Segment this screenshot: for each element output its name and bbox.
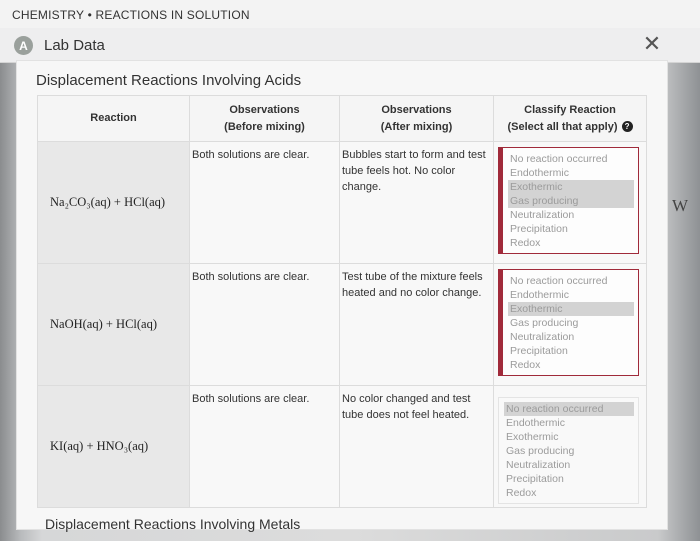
column-header-before-line1: Observations bbox=[229, 103, 300, 116]
classification-option[interactable]: Redox bbox=[508, 236, 638, 250]
close-button[interactable]: ✕ bbox=[638, 30, 666, 58]
column-header-classify-line2: (Select all that apply)? bbox=[495, 119, 645, 136]
column-header-before: Observations (Before mixing) bbox=[189, 95, 340, 142]
column-header-reaction: Reaction bbox=[37, 95, 190, 142]
classification-option[interactable]: Neutralization bbox=[508, 208, 638, 222]
top-bar: CHEMISTRY • REACTIONS IN SOLUTION bbox=[0, 0, 700, 29]
column-header-classify-line2-text: (Select all that apply) bbox=[507, 120, 618, 133]
classification-option[interactable]: No reaction occurred bbox=[508, 274, 638, 288]
classification-option[interactable]: No reaction occurred bbox=[508, 152, 638, 166]
reactions-table: Reaction Observations (Before mixing) Ob… bbox=[37, 95, 647, 508]
column-header-classify: Classify Reaction (Select all that apply… bbox=[493, 95, 647, 142]
after-observation-cell: Bubbles start to form and test tube feel… bbox=[339, 141, 494, 264]
classification-option[interactable]: Precipitation bbox=[508, 222, 638, 236]
lab-data-title: Lab Data bbox=[44, 37, 105, 54]
classification-option[interactable]: Redox bbox=[508, 358, 638, 372]
classification-option[interactable]: Endothermic bbox=[504, 416, 638, 430]
table-row: NaOH(aq) + HCl(aq) Both solutions are cl… bbox=[37, 263, 647, 386]
classification-option[interactable]: Endothermic bbox=[508, 288, 638, 302]
classification-option[interactable]: Precipitation bbox=[504, 472, 638, 486]
lab-data-panel: Displacement Reactions Involving Acids R… bbox=[16, 60, 668, 532]
classification-option[interactable]: Exothermic bbox=[508, 302, 634, 316]
column-header-after-line2: (After mixing) bbox=[380, 120, 453, 133]
column-header-reaction-label: Reaction bbox=[90, 112, 137, 124]
after-observation-cell: Test tube of the mixture feels heated an… bbox=[339, 263, 494, 386]
classification-option[interactable]: Exothermic bbox=[508, 180, 634, 194]
reaction-cell: Na₂CO₃(aq) + HCl(aq) bbox=[37, 141, 190, 264]
classification-listbox[interactable]: No reaction occurred Endothermic Exothermi… bbox=[498, 397, 639, 504]
column-header-before-line2: (Before mixing) bbox=[224, 120, 305, 133]
classification-listbox[interactable]: No reaction occurred Endothermic Exothermi… bbox=[498, 269, 639, 376]
classification-option[interactable]: Endothermic bbox=[508, 166, 638, 180]
classification-option[interactable]: No reaction occurred bbox=[504, 402, 634, 416]
classification-option[interactable]: Gas producing bbox=[508, 194, 634, 208]
classification-option[interactable]: Exothermic bbox=[504, 430, 638, 444]
column-header-classify-line1: Classify Reaction bbox=[524, 103, 616, 116]
column-header-after-line1: Observations bbox=[381, 103, 452, 116]
table-row: KI(aq) + HNO₃(aq) Both solutions are cle… bbox=[37, 385, 647, 508]
lab-step-icon: A bbox=[14, 36, 33, 55]
classify-cell: No reaction occurred Endothermic Exothermi… bbox=[493, 263, 647, 386]
help-icon[interactable]: ? bbox=[621, 121, 633, 133]
classification-option[interactable]: Gas producing bbox=[504, 444, 638, 458]
table-row: Na₂CO₃(aq) + HCl(aq) Both solutions are … bbox=[37, 141, 647, 264]
classify-cell: No reaction occurred Endothermic Exothermi… bbox=[493, 141, 647, 264]
classification-option[interactable]: Redox bbox=[504, 486, 638, 500]
classify-cell: No reaction occurred Endothermic Exothermi… bbox=[493, 385, 647, 508]
classification-option[interactable]: Neutralization bbox=[504, 458, 638, 472]
before-observation-cell: Both solutions are clear. bbox=[189, 141, 340, 264]
section-title: Displacement Reactions Involving Acids bbox=[36, 72, 302, 89]
before-observation-cell: Both solutions are clear. bbox=[189, 385, 340, 508]
column-header-after: Observations (After mixing) bbox=[339, 95, 494, 142]
reaction-cell: KI(aq) + HNO₃(aq) bbox=[37, 385, 190, 508]
table-header-row: Reaction Observations (Before mixing) Ob… bbox=[37, 95, 647, 142]
classification-option[interactable]: Gas producing bbox=[508, 316, 638, 330]
reaction-cell: NaOH(aq) + HCl(aq) bbox=[37, 263, 190, 386]
before-observation-cell: Both solutions are clear. bbox=[189, 263, 340, 386]
classification-option[interactable]: Neutralization bbox=[508, 330, 638, 344]
classification-listbox[interactable]: No reaction occurred Endothermic Exothermi… bbox=[498, 147, 639, 254]
course-title: CHEMISTRY • REACTIONS IN SOLUTION bbox=[12, 8, 250, 22]
next-section-title: Displacement Reactions Involving Metals bbox=[45, 516, 301, 532]
background-text: W bbox=[672, 196, 689, 215]
classification-option[interactable]: Precipitation bbox=[508, 344, 638, 358]
after-observation-cell: No color changed and test tube does not … bbox=[339, 385, 494, 508]
lab-data-header: A Lab Data ✕ bbox=[0, 28, 700, 63]
